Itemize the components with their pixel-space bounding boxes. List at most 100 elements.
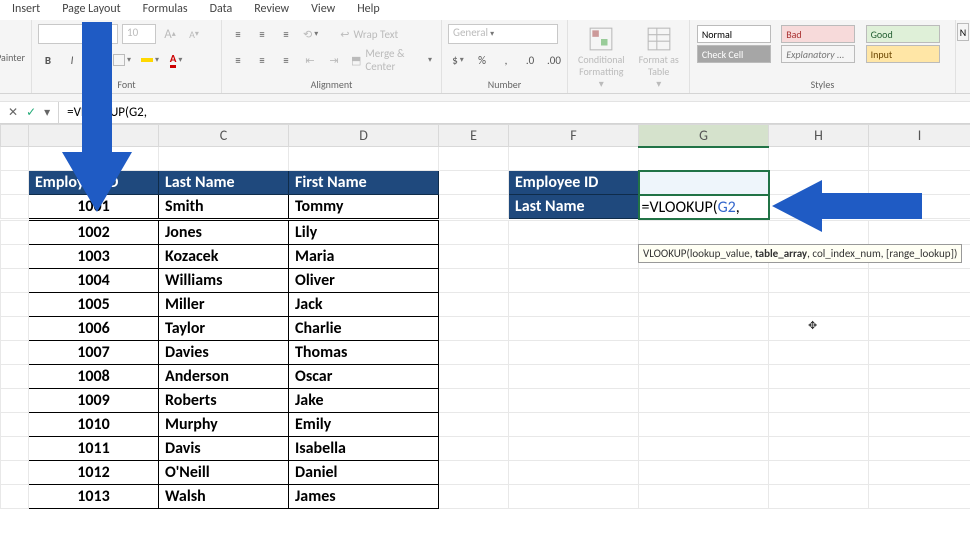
- tab-insert[interactable]: Insert: [2, 0, 50, 20]
- tab-help[interactable]: Help: [347, 0, 390, 20]
- cell-first[interactable]: Jake: [289, 388, 439, 412]
- col-header-d[interactable]: D: [289, 125, 439, 147]
- merge-center-button[interactable]: ⬒Merge & Center: [348, 50, 435, 70]
- table-row[interactable]: Smith: [159, 195, 289, 219]
- formula-dropdown-icon[interactable]: ▾: [44, 105, 50, 120]
- increase-indent-icon[interactable]: ⇥: [324, 50, 344, 70]
- style-good[interactable]: Good: [866, 25, 940, 43]
- cell-last[interactable]: Davis: [159, 436, 289, 460]
- font-color-button[interactable]: A: [166, 50, 186, 70]
- fill-color-button[interactable]: [138, 50, 162, 70]
- cell-id[interactable]: 1011: [29, 436, 159, 460]
- col-header-h[interactable]: H: [769, 125, 869, 147]
- cell-first[interactable]: James: [289, 484, 439, 508]
- cell-id[interactable]: 1008: [29, 364, 159, 388]
- formula-cancel-icon[interactable]: ✕: [8, 105, 18, 120]
- number-format-select[interactable]: General: [448, 24, 558, 44]
- col-header-f[interactable]: F: [509, 125, 639, 147]
- cell-id[interactable]: 1007: [29, 340, 159, 364]
- orientation-icon[interactable]: ⟲: [300, 24, 321, 44]
- cell-id[interactable]: 1005: [29, 292, 159, 316]
- header-first-name[interactable]: First Name: [289, 171, 439, 195]
- cell-first[interactable]: Maria: [289, 244, 439, 268]
- decrease-decimal-icon[interactable]: .00: [544, 50, 564, 70]
- cell-first[interactable]: Thomas: [289, 340, 439, 364]
- format-as-table-button[interactable]: Format asTable▾: [635, 26, 683, 90]
- cell-first[interactable]: Charlie: [289, 316, 439, 340]
- cell-last[interactable]: Anderson: [159, 364, 289, 388]
- cell-last[interactable]: Jones: [159, 220, 289, 244]
- cell-id[interactable]: 1012: [29, 460, 159, 484]
- tab-page-layout[interactable]: Page Layout: [52, 0, 130, 20]
- lookup-header-last-name[interactable]: Last Name: [509, 195, 639, 219]
- select-all-corner[interactable]: [1, 125, 29, 147]
- cell-first[interactable]: Oliver: [289, 268, 439, 292]
- lookup-value-cell[interactable]: [639, 171, 769, 195]
- cell-last[interactable]: Walsh: [159, 484, 289, 508]
- style-explanatory[interactable]: Explanatory ...: [781, 45, 855, 63]
- cell-last[interactable]: Roberts: [159, 388, 289, 412]
- cell-id[interactable]: 1003: [29, 244, 159, 268]
- align-bottom-icon[interactable]: ≡: [276, 24, 296, 44]
- cell-id[interactable]: 1010: [29, 412, 159, 436]
- table-row[interactable]: Tommy: [289, 195, 439, 219]
- cell-id[interactable]: 1013: [29, 484, 159, 508]
- cell-first[interactable]: Jack: [289, 292, 439, 316]
- wrap-text-button[interactable]: ↩Wrap Text: [337, 24, 419, 44]
- cell-last[interactable]: Davies: [159, 340, 289, 364]
- cell-last[interactable]: Murphy: [159, 412, 289, 436]
- conditional-formatting-button[interactable]: ConditionalFormatting▾: [574, 26, 629, 90]
- style-n-partial[interactable]: N: [957, 23, 969, 41]
- cell-id[interactable]: 1004: [29, 268, 159, 292]
- table-row: 1013 Walsh James: [1, 484, 970, 508]
- decrease-indent-icon[interactable]: ⇤: [300, 50, 320, 70]
- cell-id[interactable]: 1006: [29, 316, 159, 340]
- cell-first[interactable]: Lily: [289, 220, 439, 244]
- cell-last[interactable]: O'Neill: [159, 460, 289, 484]
- cell-first[interactable]: Isabella: [289, 436, 439, 460]
- cell-first[interactable]: Emily: [289, 412, 439, 436]
- cell-last[interactable]: Williams: [159, 268, 289, 292]
- col-header-g[interactable]: G: [639, 125, 769, 147]
- align-top-icon[interactable]: ≡: [228, 24, 248, 44]
- conditional-formatting-icon: [588, 26, 614, 52]
- formula-edit-cell[interactable]: =VLOOKUP(G2,: [639, 195, 769, 219]
- cell-last[interactable]: Kozacek: [159, 244, 289, 268]
- col-header-c[interactable]: C: [159, 125, 289, 147]
- tab-review[interactable]: Review: [244, 0, 299, 20]
- header-last-name[interactable]: Last Name: [159, 171, 289, 195]
- tab-data[interactable]: Data: [200, 0, 243, 20]
- ribbon: Painter 10 A▴ A▾ B I U A Font ≡ ≡ ≡ ⟲: [0, 20, 970, 94]
- align-right-icon[interactable]: ≡: [276, 50, 296, 70]
- cell-first[interactable]: Oscar: [289, 364, 439, 388]
- cell-id[interactable]: 1002: [29, 220, 159, 244]
- cell-last[interactable]: Taylor: [159, 316, 289, 340]
- column-headers: C D E F G H I: [1, 125, 970, 147]
- cell-first[interactable]: Daniel: [289, 460, 439, 484]
- style-check-cell[interactable]: Check Cell: [697, 45, 771, 63]
- comma-button[interactable]: ,: [496, 50, 516, 70]
- arrow-down-annotation: [62, 22, 132, 214]
- increase-decimal-icon[interactable]: .0: [520, 50, 540, 70]
- cell-id[interactable]: 1009: [29, 388, 159, 412]
- cell-last[interactable]: Miller: [159, 292, 289, 316]
- tab-view[interactable]: View: [301, 0, 345, 20]
- decrease-font-icon[interactable]: A▾: [184, 24, 204, 44]
- style-bad[interactable]: Bad: [781, 25, 855, 43]
- currency-button[interactable]: $: [448, 50, 468, 70]
- style-normal[interactable]: Normal: [697, 25, 771, 43]
- align-center-icon[interactable]: ≡: [252, 50, 272, 70]
- percent-button[interactable]: %: [472, 50, 492, 70]
- ribbon-tabs: Insert Page Layout Formulas Data Review …: [0, 0, 970, 20]
- align-left-icon[interactable]: ≡: [228, 50, 248, 70]
- tab-formulas[interactable]: Formulas: [133, 0, 198, 20]
- formula-confirm-icon[interactable]: ✓: [26, 105, 36, 120]
- align-middle-icon[interactable]: ≡: [252, 24, 272, 44]
- style-input[interactable]: Input: [866, 45, 940, 63]
- bold-button[interactable]: B: [38, 50, 58, 70]
- increase-font-icon[interactable]: A▴: [160, 24, 180, 44]
- lookup-header-employee-id[interactable]: Employee ID: [509, 171, 639, 195]
- col-header-e[interactable]: E: [439, 125, 509, 147]
- col-header-i[interactable]: I: [869, 125, 970, 147]
- formula-tooltip: VLOOKUP(lookup_value, table_array, col_i…: [638, 244, 962, 263]
